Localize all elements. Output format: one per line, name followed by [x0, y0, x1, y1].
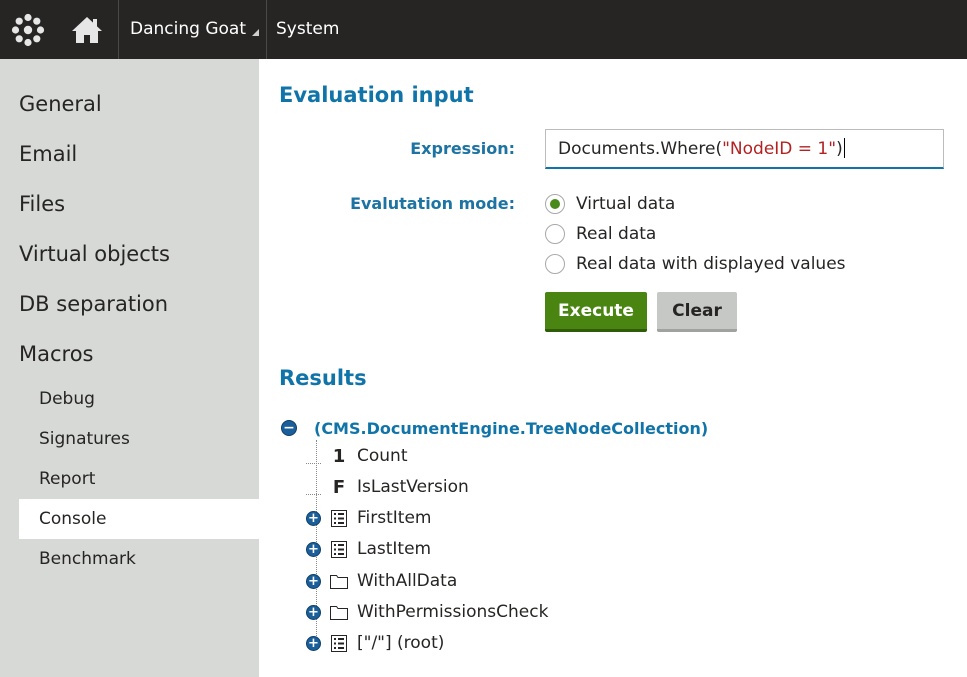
sidebar-item-signatures[interactable]: Signatures [19, 419, 259, 459]
site-name: Dancing Goat [130, 19, 246, 39]
sidebar-item-benchmark[interactable]: Benchmark [19, 539, 259, 579]
expression-string: "NodeID = 1" [722, 139, 837, 159]
tree-item-withpermissionscheck[interactable]: + WithPermissionsCheck [306, 600, 548, 624]
results-heading: Results [279, 366, 367, 390]
tree-item-count[interactable]: 1 Count [306, 444, 408, 468]
expression-label: Expression: [410, 139, 515, 158]
tree-item-label[interactable]: WithPermissionsCheck [357, 602, 548, 622]
execute-button[interactable]: Execute [545, 292, 647, 332]
text-cursor [843, 138, 845, 158]
boolean-type-icon: F [332, 476, 346, 498]
tree-item-islastversion[interactable]: F IsLastVersion [306, 475, 469, 499]
tree-root[interactable]: − (CMS.DocumentEngine.TreeNodeCollection… [281, 417, 708, 439]
home-icon [72, 16, 102, 43]
expression-suffix: ) [836, 139, 843, 159]
sidebar-item-debug[interactable]: Debug [19, 379, 259, 419]
list-icon [330, 540, 348, 558]
site-selector[interactable]: Dancing Goat [119, 0, 267, 59]
sidebar-item-email[interactable]: Email [19, 142, 77, 166]
tree-item-root[interactable]: + ["/"] (root) [306, 631, 444, 655]
expand-icon[interactable]: + [306, 510, 321, 526]
tree-item-label[interactable]: FirstItem [357, 508, 431, 528]
kentico-flower-icon [11, 13, 45, 46]
tree-item-label[interactable]: WithAllData [357, 571, 457, 591]
evaluation-heading: Evaluation input [279, 83, 474, 107]
expand-icon[interactable]: + [306, 541, 321, 557]
radio-label: Real data with displayed values [576, 254, 846, 274]
expression-input[interactable]: Documents.Where("NodeID = 1") [545, 129, 944, 169]
clear-button[interactable]: Clear [657, 292, 737, 332]
radio-label: Real data [576, 224, 657, 244]
radio-dot [550, 199, 560, 209]
sidebar-item-db-separation[interactable]: DB separation [19, 292, 168, 316]
sidebar-item-files[interactable]: Files [19, 192, 65, 216]
list-icon [330, 634, 348, 652]
sidebar-item-general[interactable]: General [19, 92, 102, 116]
radio-button[interactable] [545, 254, 565, 274]
list-icon [330, 509, 348, 527]
radio-real-data[interactable]: Real data [545, 223, 656, 245]
tree-item-firstitem[interactable]: + FirstItem [306, 506, 431, 530]
tree-branch [306, 480, 321, 495]
tree-item-label[interactable]: IsLastVersion [357, 477, 469, 497]
sidebar-item-macros[interactable]: Macros [19, 342, 94, 366]
tree-branch [306, 449, 321, 464]
radio-real-data-displayed[interactable]: Real data with displayed values [545, 253, 846, 275]
app-menu-button[interactable] [0, 0, 56, 59]
number-type-icon: 1 [332, 445, 346, 467]
sidebar-item-virtual-objects[interactable]: Virtual objects [19, 242, 170, 266]
tree-item-withalldata[interactable]: + WithAllData [306, 569, 457, 593]
expand-icon[interactable]: + [306, 604, 321, 620]
radio-label: Virtual data [576, 194, 676, 214]
home-button[interactable] [56, 0, 119, 59]
expand-icon[interactable]: + [306, 635, 321, 651]
radio-virtual-data[interactable]: Virtual data [545, 193, 675, 215]
breadcrumb-app[interactable]: System [268, 0, 339, 59]
tree-item-label[interactable]: LastItem [357, 539, 431, 559]
tree-item-label[interactable]: Count [357, 446, 408, 466]
sidebar-item-report[interactable]: Report [19, 459, 259, 499]
radio-button-selected[interactable] [545, 194, 565, 214]
expand-icon[interactable]: + [306, 573, 321, 589]
caret-down-icon [251, 29, 259, 36]
tree-root-label[interactable]: (CMS.DocumentEngine.TreeNodeCollection) [314, 419, 708, 438]
collapse-icon[interactable]: − [281, 420, 297, 436]
top-bar: Dancing Goat System [0, 0, 967, 59]
tree-item-label[interactable]: ["/"] (root) [357, 633, 444, 653]
sidebar-item-console[interactable]: Console [19, 499, 259, 539]
folder-icon [330, 572, 348, 590]
folder-icon [330, 603, 348, 621]
radio-button[interactable] [545, 224, 565, 244]
tree-item-lastitem[interactable]: + LastItem [306, 537, 431, 561]
evaluation-mode-label: Evalutation mode: [350, 194, 515, 213]
expression-prefix: Documents.Where( [558, 139, 723, 159]
